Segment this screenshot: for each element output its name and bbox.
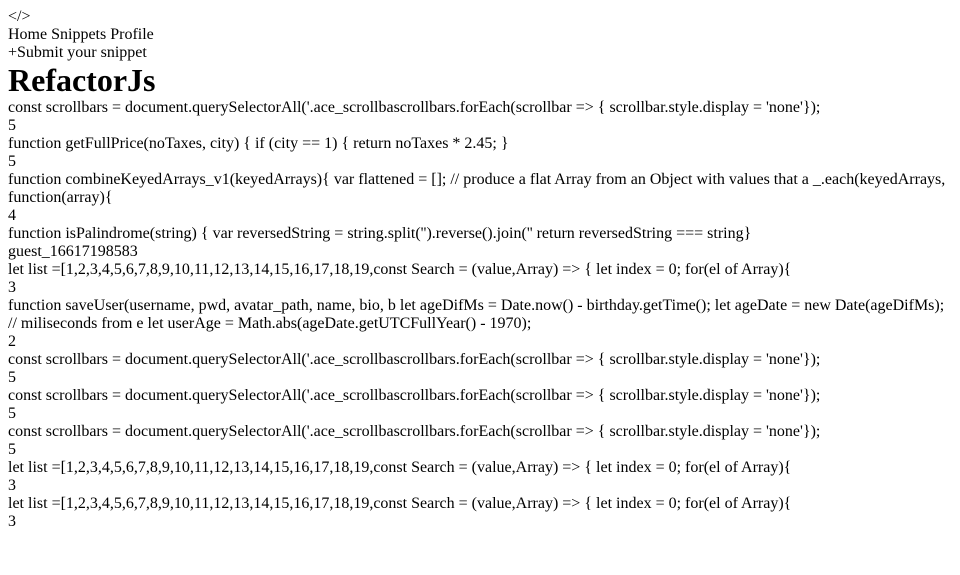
code-line: let index = 0; xyxy=(592,495,682,512)
code-line: }); xyxy=(802,99,821,116)
snippet-card[interactable]: const scrollbars = document.querySelecto… xyxy=(8,423,952,459)
card-footer: guest_16617198583 xyxy=(8,243,952,261)
comment-count: 5 xyxy=(8,369,16,386)
card-footer: 5 xyxy=(8,153,952,171)
card-footer: 3 xyxy=(8,513,952,531)
code-line: let list =[1,2,3,4,5,6,7,8,9,10,11,12,13… xyxy=(8,459,374,476)
card-footer: 5 xyxy=(8,117,952,135)
code-line: scrollbars.forEach(scrollbar => { xyxy=(393,423,606,440)
code-line: let userAge = Math.abs(ageDate.getUTCFul… xyxy=(143,315,532,332)
card-footer: 5 xyxy=(8,369,952,387)
comment-count: 2 xyxy=(8,333,16,350)
submit-snippet-label: Submit your snippet xyxy=(17,44,147,61)
code-line: return reversedString === string xyxy=(532,225,744,242)
code-line: let index = 0; xyxy=(592,459,682,476)
comment-count: 3 xyxy=(8,513,16,530)
snippet-card[interactable]: function combineKeyedArrays_v1(keyedArra… xyxy=(8,171,952,225)
snippet-card[interactable]: const scrollbars = document.querySelecto… xyxy=(8,99,952,135)
code-line: } xyxy=(743,225,752,242)
nav-snippets-link[interactable]: Snippets xyxy=(51,26,106,43)
code-line: } xyxy=(496,135,509,152)
code-line: }); xyxy=(802,351,821,368)
comment-count: 3 xyxy=(8,477,16,494)
code-line: for(el of Array){ xyxy=(681,495,792,512)
code-line: function isPalindrome(string) { xyxy=(8,225,209,242)
snippet-card[interactable]: function getFullPrice(noTaxes, city) { i… xyxy=(8,135,952,171)
comment-count: 5 xyxy=(8,117,16,134)
code-preview: const scrollbars = document.querySelecto… xyxy=(8,423,952,441)
code-line: // produce a flat Array from an Object w… xyxy=(446,171,809,188)
author-name[interactable]: guest_1661719858 xyxy=(8,243,130,260)
comment-count: 5 xyxy=(8,153,16,170)
snippet-card[interactable]: function saveUser(username, pwd, avatar_… xyxy=(8,297,952,351)
code-line: for(el of Array){ xyxy=(681,459,792,476)
code-line: function combineKeyedArrays_v1(keyedArra… xyxy=(8,171,330,188)
code-line: scrollbars.forEach(scrollbar => { xyxy=(393,387,606,404)
code-line: let index = 0; xyxy=(592,261,682,278)
code-preview: let list =[1,2,3,4,5,6,7,8,9,10,11,12,13… xyxy=(8,495,952,513)
code-line: var flattened = []; xyxy=(329,171,447,188)
code-line: let list =[1,2,3,4,5,6,7,8,9,10,11,12,13… xyxy=(8,261,374,278)
code-line: const scrollbars = document.querySelecto… xyxy=(8,351,394,368)
snippet-card[interactable]: const scrollbars = document.querySelecto… xyxy=(8,351,952,387)
comment-count: 4 xyxy=(8,207,16,224)
card-footer: 2 xyxy=(8,333,952,351)
code-line: return noTaxes * 2.45; xyxy=(349,135,497,152)
card-footer: 5 xyxy=(8,405,952,423)
code-preview: function isPalindrome(string) { var reve… xyxy=(8,225,952,243)
nav-profile-link[interactable]: Profile xyxy=(110,26,154,43)
card-footer: 5 xyxy=(8,441,952,459)
submit-snippet-button[interactable]: +Submit your snippet xyxy=(8,44,952,62)
snippet-card[interactable]: const scrollbars = document.querySelecto… xyxy=(8,387,952,423)
card-footer: 3 xyxy=(8,477,952,495)
snippet-card[interactable]: let list =[1,2,3,4,5,6,7,8,9,10,11,12,13… xyxy=(8,459,952,495)
comment-count: 3 xyxy=(8,279,16,296)
code-line: const scrollbars = document.querySelecto… xyxy=(8,387,394,404)
comment-count: 3 xyxy=(129,243,138,260)
snippet-card[interactable]: let list =[1,2,3,4,5,6,7,8,9,10,11,12,13… xyxy=(8,261,952,297)
snippet-card[interactable]: let list =[1,2,3,4,5,6,7,8,9,10,11,12,13… xyxy=(8,495,952,531)
code-preview: function saveUser(username, pwd, avatar_… xyxy=(8,297,952,333)
comment-count: 5 xyxy=(8,405,16,422)
code-line: function saveUser(username, pwd, avatar_… xyxy=(8,297,396,314)
code-line: for(el of Array){ xyxy=(681,261,792,278)
navbar: </> Home Snippets Profile +Submit your s… xyxy=(8,8,952,62)
snippet-grid: const scrollbars = document.querySelecto… xyxy=(8,99,952,531)
comment-count: 5 xyxy=(8,441,16,458)
card-footer: 3 xyxy=(8,279,952,297)
code-line: scrollbar.style.display = 'none' xyxy=(605,387,803,404)
code-line: const Search = (value,Array) => { xyxy=(373,459,593,476)
code-line: function getFullPrice(noTaxes, city) { xyxy=(8,135,251,152)
code-preview: const scrollbars = document.querySelecto… xyxy=(8,387,952,405)
code-line: const scrollbars = document.querySelecto… xyxy=(8,423,394,440)
code-line: scrollbars.forEach(scrollbar => { xyxy=(393,99,606,116)
code-line: var reversedString = string.split('').re… xyxy=(208,225,533,242)
code-line: let list =[1,2,3,4,5,6,7,8,9,10,11,12,13… xyxy=(8,495,374,512)
code-preview: const scrollbars = document.querySelecto… xyxy=(8,351,952,369)
code-line: scrollbar.style.display = 'none' xyxy=(605,423,803,440)
code-line: }); xyxy=(802,423,821,440)
code-line: const Search = (value,Array) => { xyxy=(373,261,593,278)
plus-icon: + xyxy=(8,44,18,61)
code-line: scrollbar.style.display = 'none' xyxy=(605,99,803,116)
app-window: </> Home Snippets Profile +Submit your s… xyxy=(8,8,952,531)
code-line: }); xyxy=(802,387,821,404)
code-line: const scrollbars = document.querySelecto… xyxy=(8,99,394,116)
nav-home-link[interactable]: Home xyxy=(8,26,47,43)
card-footer: 4 xyxy=(8,207,952,225)
code-line: scrollbars.forEach(scrollbar => { xyxy=(393,351,606,368)
code-preview: function combineKeyedArrays_v1(keyedArra… xyxy=(8,171,952,207)
code-line: scrollbar.style.display = 'none' xyxy=(605,351,803,368)
code-preview: const scrollbars = document.querySelecto… xyxy=(8,99,952,117)
code-logo-icon[interactable]: </> xyxy=(8,8,952,26)
page-title: RefactorJs xyxy=(8,62,156,98)
code-line: const Search = (value,Array) => { xyxy=(373,495,593,512)
header-section: </> Home Snippets Profile +Submit your s… xyxy=(8,8,952,99)
snippet-card[interactable]: function isPalindrome(string) { var reve… xyxy=(8,225,952,261)
code-line: let ageDifMs = Date.now() - birthday.get… xyxy=(395,297,711,314)
code-preview: let list =[1,2,3,4,5,6,7,8,9,10,11,12,13… xyxy=(8,459,952,477)
code-preview: let list =[1,2,3,4,5,6,7,8,9,10,11,12,13… xyxy=(8,261,952,279)
code-preview: function getFullPrice(noTaxes, city) { i… xyxy=(8,135,952,153)
code-line: if (city == 1) { xyxy=(250,135,350,152)
